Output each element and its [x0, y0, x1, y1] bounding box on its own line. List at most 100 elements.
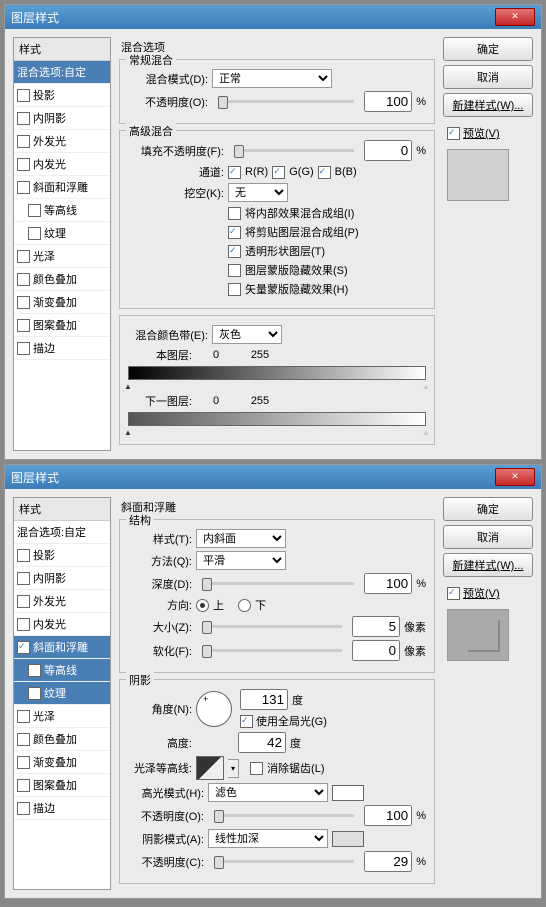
preview-checkbox[interactable] — [447, 127, 460, 140]
shadow-opacity-input[interactable] — [364, 851, 412, 872]
style-item-11[interactable]: 图案叠加 — [14, 774, 110, 797]
new-style-button[interactable]: 新建样式(W)... — [443, 553, 533, 577]
style-item-8[interactable]: 光泽 — [14, 245, 110, 268]
antialias-checkbox[interactable] — [250, 762, 263, 775]
knockout-select[interactable]: 无 — [228, 183, 288, 202]
style-checkbox[interactable] — [28, 687, 41, 700]
shadow-opacity-slider[interactable] — [214, 860, 354, 863]
highlight-opacity-slider[interactable] — [214, 814, 354, 817]
style-checkbox[interactable] — [28, 227, 41, 240]
size-slider[interactable] — [202, 625, 342, 628]
technique-select[interactable]: 平滑 — [196, 551, 286, 570]
dir-down-radio[interactable] — [238, 599, 251, 612]
style-checkbox[interactable] — [17, 296, 30, 309]
opt3-checkbox[interactable] — [228, 245, 241, 258]
style-item-0[interactable]: 混合选项:自定 — [14, 61, 110, 84]
style-checkbox[interactable] — [17, 618, 30, 631]
style-item-6[interactable]: 等高线 — [14, 199, 110, 222]
new-style-button[interactable]: 新建样式(W)... — [443, 93, 533, 117]
fill-slider[interactable] — [234, 149, 354, 152]
channel-b-checkbox[interactable] — [318, 166, 331, 179]
style-item-1[interactable]: 投影 — [14, 544, 110, 567]
depth-input[interactable] — [364, 573, 412, 594]
opt5-checkbox[interactable] — [228, 283, 241, 296]
style-item-8[interactable]: 光泽 — [14, 705, 110, 728]
style-item-3[interactable]: 外发光 — [14, 590, 110, 613]
style-checkbox[interactable] — [17, 319, 30, 332]
style-item-4[interactable]: 内发光 — [14, 613, 110, 636]
style-item-7[interactable]: 纹理 — [14, 682, 110, 705]
angle-picker[interactable] — [196, 691, 232, 727]
style-checkbox[interactable] — [17, 135, 30, 148]
angle-input[interactable] — [240, 689, 288, 710]
style-checkbox[interactable] — [17, 779, 30, 792]
style-item-12[interactable]: 描边 — [14, 337, 110, 360]
style-item-10[interactable]: 渐变叠加 — [14, 751, 110, 774]
shadow-mode-select[interactable]: 线性加深 — [208, 829, 328, 848]
bevel-style-select[interactable]: 内斜面 — [196, 529, 286, 548]
style-item-10[interactable]: 渐变叠加 — [14, 291, 110, 314]
close-button[interactable]: ✕ — [495, 8, 535, 26]
style-checkbox[interactable] — [17, 572, 30, 585]
style-item-7[interactable]: 纹理 — [14, 222, 110, 245]
highlight-color[interactable] — [332, 785, 364, 801]
style-checkbox[interactable] — [17, 181, 30, 194]
style-checkbox[interactable] — [17, 733, 30, 746]
style-item-2[interactable]: 内阴影 — [14, 107, 110, 130]
style-checkbox[interactable] — [17, 89, 30, 102]
channel-g-checkbox[interactable] — [272, 166, 285, 179]
style-checkbox[interactable] — [17, 802, 30, 815]
this-layer-gradient[interactable] — [128, 366, 426, 380]
style-item-1[interactable]: 投影 — [14, 84, 110, 107]
soften-input[interactable] — [352, 640, 400, 661]
style-checkbox[interactable] — [17, 710, 30, 723]
cancel-button[interactable]: 取消 — [443, 65, 533, 89]
style-item-9[interactable]: 颜色叠加 — [14, 268, 110, 291]
opacity-slider[interactable] — [218, 100, 354, 103]
style-item-12[interactable]: 描边 — [14, 797, 110, 820]
highlight-opacity-input[interactable] — [364, 805, 412, 826]
style-item-11[interactable]: 图案叠加 — [14, 314, 110, 337]
style-checkbox[interactable] — [28, 204, 41, 217]
titlebar[interactable]: 图层样式 ✕ — [5, 465, 541, 489]
opt1-checkbox[interactable] — [228, 207, 241, 220]
highlight-mode-select[interactable]: 滤色 — [208, 783, 328, 802]
style-checkbox[interactable] — [28, 664, 41, 677]
style-item-3[interactable]: 外发光 — [14, 130, 110, 153]
style-checkbox[interactable] — [17, 549, 30, 562]
opacity-input[interactable] — [364, 91, 412, 112]
shadow-color[interactable] — [332, 831, 364, 847]
style-item-6[interactable]: 等高线 — [14, 659, 110, 682]
style-item-9[interactable]: 颜色叠加 — [14, 728, 110, 751]
preview-checkbox[interactable] — [447, 587, 460, 600]
style-checkbox[interactable] — [17, 342, 30, 355]
opt2-checkbox[interactable] — [228, 226, 241, 239]
style-item-4[interactable]: 内发光 — [14, 153, 110, 176]
opt4-checkbox[interactable] — [228, 264, 241, 277]
global-light-checkbox[interactable] — [240, 715, 253, 728]
soften-slider[interactable] — [202, 649, 342, 652]
style-checkbox[interactable] — [17, 641, 30, 654]
blend-mode-select[interactable]: 正常 — [212, 69, 332, 88]
style-checkbox[interactable] — [17, 595, 30, 608]
ok-button[interactable]: 确定 — [443, 497, 533, 521]
style-checkbox[interactable] — [17, 250, 30, 263]
dir-up-radio[interactable] — [196, 599, 209, 612]
gloss-contour[interactable] — [196, 756, 224, 780]
style-item-0[interactable]: 混合选项:自定 — [14, 521, 110, 544]
altitude-input[interactable] — [238, 732, 286, 753]
blendif-select[interactable]: 灰色 — [212, 325, 282, 344]
style-item-5[interactable]: 斜面和浮雕 — [14, 636, 110, 659]
style-item-2[interactable]: 内阴影 — [14, 567, 110, 590]
contour-dropdown[interactable]: ▾ — [228, 759, 239, 778]
channel-r-checkbox[interactable] — [228, 166, 241, 179]
depth-slider[interactable] — [202, 582, 354, 585]
style-checkbox[interactable] — [17, 273, 30, 286]
style-checkbox[interactable] — [17, 158, 30, 171]
size-input[interactable] — [352, 616, 400, 637]
style-checkbox[interactable] — [17, 756, 30, 769]
under-layer-gradient[interactable] — [128, 412, 426, 426]
style-item-5[interactable]: 斜面和浮雕 — [14, 176, 110, 199]
cancel-button[interactable]: 取消 — [443, 525, 533, 549]
fill-input[interactable] — [364, 140, 412, 161]
